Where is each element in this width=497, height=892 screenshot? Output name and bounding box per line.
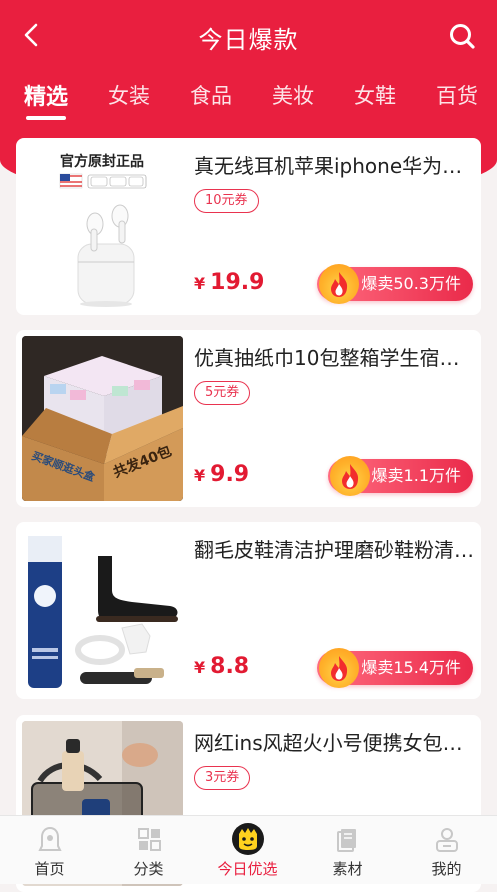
official-genuine-banner: 官方原封正品 (60, 153, 144, 170)
search-button[interactable] (444, 18, 480, 54)
page-title: 今日爆款 (198, 26, 299, 54)
sales-badge: 爆卖50.3万件 (317, 264, 473, 304)
nav-today-pick[interactable]: 今日优选 (198, 816, 297, 884)
product-card[interactable]: 共发40包 买家顺逛头盒 优真抽纸巾10包整箱学生宿舍家用 5元券 ¥9.9 爆… (16, 330, 481, 507)
shoe-cleaner-illustration (28, 536, 178, 688)
fire-icon (319, 264, 360, 304)
nav-label: 今日优选 (217, 860, 278, 878)
nav-profile[interactable]: 我的 (397, 816, 496, 884)
product-image: 共发40包 买家顺逛头盒 (22, 336, 183, 501)
nav-label: 我的 (431, 860, 462, 878)
sales-badge: 爆卖15.4万件 (317, 648, 473, 688)
category-tabs: 精选 女装 食品 美妆 女鞋 百货 (0, 70, 497, 120)
today-pick-icon (232, 823, 264, 855)
product-title[interactable]: 优真抽纸巾10包整箱学生宿舍家用 (194, 342, 474, 371)
bottom-navigation: 首页 分类 今日优选 素材 我的 (0, 815, 497, 884)
fire-icon (329, 456, 370, 496)
currency-symbol: ¥ (194, 658, 206, 677)
product-price: ¥9.9 (194, 462, 249, 487)
top-bar: 今日爆款 (0, 0, 497, 70)
product-image (22, 528, 183, 693)
price-value: 8.8 (210, 654, 250, 679)
nav-label: 素材 (332, 860, 363, 878)
profile-icon (436, 828, 458, 852)
product-price: ¥8.8 (194, 654, 249, 679)
price-value: 19.9 (210, 270, 265, 295)
product-card[interactable]: 官方原封正品 真无线耳机苹果iphone华为小米vivo 10元券 (16, 138, 481, 315)
nav-label: 首页 (34, 860, 65, 878)
active-tab-indicator (26, 116, 66, 120)
tab-womens-clothing[interactable]: 女装 (108, 80, 150, 110)
tab-food[interactable]: 食品 (190, 80, 232, 110)
product-title[interactable]: 真无线耳机苹果iphone华为小米vivo (194, 150, 474, 179)
coupon-badge[interactable]: 5元券 (194, 381, 251, 405)
product-price: ¥19.9 (194, 270, 264, 295)
currency-symbol: ¥ (194, 274, 206, 293)
price-value: 9.9 (210, 462, 250, 487)
coupon-badge[interactable]: 10元券 (194, 189, 259, 213)
coupon-badge[interactable]: 3元券 (194, 766, 251, 790)
tab-featured[interactable]: 精选 (24, 79, 68, 111)
sales-count: 爆卖50.3万件 (361, 274, 461, 293)
search-icon (450, 24, 475, 49)
fire-icon (319, 648, 360, 688)
sales-count: 爆卖15.4万件 (361, 658, 461, 677)
product-title[interactable]: 网红ins风超火小号便携女包化妆 (194, 727, 474, 756)
home-icon (38, 826, 62, 851)
nav-material[interactable]: 素材 (298, 816, 397, 884)
sales-count: 爆卖1.1万件 (371, 466, 461, 485)
tab-general-goods[interactable]: 百货 (436, 80, 478, 110)
product-card[interactable]: 翻毛皮鞋清洁护理磨砂鞋粉清洗剂 ¥8.8 爆卖15.4万件 (16, 522, 481, 699)
nav-category[interactable]: 分类 (99, 816, 198, 884)
product-title[interactable]: 翻毛皮鞋清洁护理磨砂鞋粉清洗剂 (194, 534, 474, 563)
sales-badge: 爆卖1.1万件 (327, 456, 473, 496)
nav-label: 分类 (133, 860, 164, 878)
tab-beauty[interactable]: 美妆 (272, 80, 314, 110)
currency-symbol: ¥ (194, 466, 206, 485)
earbuds-illustration: 官方原封正品 (59, 153, 147, 307)
tab-womens-shoes[interactable]: 女鞋 (354, 80, 396, 110)
material-icon (337, 829, 356, 852)
category-icon (138, 828, 161, 851)
product-image: 官方原封正品 (22, 144, 183, 309)
nav-home[interactable]: 首页 (0, 816, 99, 884)
tissue-box-illustration: 共发40包 买家顺逛头盒 (22, 336, 183, 501)
